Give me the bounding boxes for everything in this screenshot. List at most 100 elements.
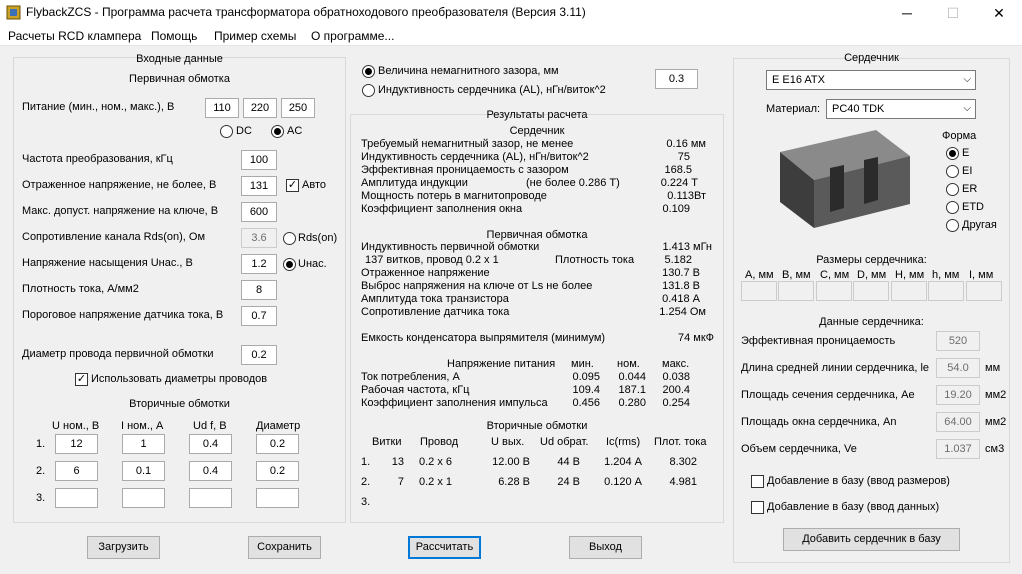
usat-radio-label: Uнас.: [298, 258, 327, 270]
rds-label: Сопротивление канала Rds(on), Ом: [22, 231, 206, 243]
shape-other-radio[interactable]: [946, 219, 959, 232]
material-select[interactable]: PC40 TDK ⌵: [826, 99, 976, 119]
ac-radio[interactable]: [271, 125, 284, 138]
window-title: FlybackZCS - Программа расчета трансформ…: [26, 5, 586, 19]
calculate-button[interactable]: Рассчитать: [408, 536, 481, 559]
dim-h-input[interactable]: [891, 281, 927, 301]
core-perm-value[interactable]: 520: [936, 331, 980, 351]
usat-radio[interactable]: [283, 258, 296, 271]
res-sec-wire: 0.2 x 1: [419, 476, 453, 488]
sec-diam-input[interactable]: 0.2: [256, 434, 299, 454]
jdens-label: Плотность тока, А/мм2: [22, 283, 139, 295]
wire-input[interactable]: 0.2: [241, 345, 277, 365]
dim-col-d: D, мм: [857, 269, 887, 281]
al-label: Индуктивность сердечника (AL), нГн/виток…: [378, 84, 606, 96]
sec-ud-input[interactable]: 0.4: [189, 461, 232, 481]
res-freq-min: 109.4: [572, 384, 600, 396]
core-an-value[interactable]: 64.00: [936, 412, 980, 432]
sec-u-input[interactable]: [55, 488, 98, 508]
res-col-max: макс.: [662, 358, 690, 370]
res-cap-value: 74 мкФ: [677, 332, 714, 344]
dc-radio[interactable]: [220, 125, 233, 138]
core-an-label: Площадь окна сердечника, An: [741, 416, 897, 428]
menu-rcd[interactable]: Расчеты RCD клампера: [8, 29, 141, 43]
reflected-label: Отраженное напряжение, не более, В: [22, 179, 217, 191]
res-sec-irms: 1.204 А: [604, 456, 642, 468]
sec-ud-input[interactable]: 0.4: [189, 434, 232, 454]
sec-u-input[interactable]: 12: [55, 434, 98, 454]
res-sec-col: Витки: [372, 436, 402, 448]
dim-col-a: A, мм: [745, 269, 774, 281]
core-ae-value[interactable]: 19.20: [936, 385, 980, 405]
usat-input[interactable]: 1.2: [241, 254, 277, 274]
chevron-down-icon: ⌵: [963, 103, 971, 114]
use-diam-checkbox[interactable]: ✓: [75, 373, 88, 386]
core-le-value[interactable]: 54.0: [936, 358, 980, 378]
dim-b-input[interactable]: [778, 281, 814, 301]
sec-diam-input[interactable]: 0.2: [256, 461, 299, 481]
sec-u-input[interactable]: 6: [55, 461, 98, 481]
shape-er-label: ER: [962, 183, 978, 195]
shape-e-label: E: [962, 147, 970, 159]
shape-ei-radio[interactable]: [946, 165, 959, 178]
sec-ud-input[interactable]: [189, 488, 232, 508]
shape-e-radio[interactable]: [946, 147, 959, 160]
dim-a-input[interactable]: [741, 281, 777, 301]
supply-min-input[interactable]: 110: [205, 98, 239, 118]
shape-er-radio[interactable]: [946, 183, 959, 196]
res-spike: Выброс напряжения на ключе от Ls не боле…: [361, 280, 593, 292]
supply-nom-input[interactable]: 220: [243, 98, 277, 118]
al-radio[interactable]: [362, 84, 375, 97]
close-button[interactable]: ✕: [976, 0, 1022, 26]
vsense-input[interactable]: 0.7: [241, 306, 277, 326]
exit-button[interactable]: Выход: [569, 536, 642, 559]
sec-i-input[interactable]: 1: [122, 434, 165, 454]
dim-c-input[interactable]: [816, 281, 852, 301]
sec-i-input[interactable]: 0.1: [122, 461, 165, 481]
minimize-button[interactable]: ─: [884, 0, 930, 26]
res-sec-col: Ud обрат.: [540, 436, 589, 448]
dim-d-input[interactable]: [853, 281, 889, 301]
add-data-checkbox[interactable]: [751, 501, 764, 514]
res-freq-max: 200.4: [662, 384, 690, 396]
maximize-button[interactable]: ☐: [930, 0, 976, 26]
auto-label: Авто: [302, 179, 326, 191]
load-button[interactable]: Загрузить: [87, 536, 160, 559]
use-diam-label: Использовать диаметры проводов: [91, 373, 268, 385]
menu-bar: Расчеты RCD клампера Помощь Пример схемы…: [0, 26, 1022, 46]
reflected-input[interactable]: 131: [241, 176, 277, 196]
input-header: Входные данные: [136, 53, 223, 65]
sec-i-input[interactable]: [122, 488, 165, 508]
res-sec-jdens: 4.981: [669, 476, 697, 488]
dim-i-input[interactable]: [966, 281, 1002, 301]
sec-diam-input[interactable]: [256, 488, 299, 508]
res-current-max: 0.038: [662, 371, 690, 383]
dim-h2-input[interactable]: [928, 281, 964, 301]
rds-radio[interactable]: [283, 232, 296, 245]
gap-radio[interactable]: [362, 65, 375, 78]
res-sec-col: Плот. тока: [654, 436, 707, 448]
add-dims-checkbox[interactable]: [751, 475, 764, 488]
menu-help[interactable]: Помощь: [151, 29, 197, 43]
add-core-button[interactable]: Добавить сердечник в базу: [783, 528, 960, 551]
rds-input[interactable]: 3.6: [241, 228, 277, 248]
vmax-input[interactable]: 600: [241, 202, 277, 222]
res-rsense: Сопротивление датчика тока: [361, 306, 510, 318]
shape-etd-radio[interactable]: [946, 201, 959, 214]
material-label: Материал:: [766, 103, 821, 115]
gap-input[interactable]: 0.3: [655, 69, 698, 89]
res-sec-header: Вторичные обмотки: [486, 420, 588, 432]
menu-example[interactable]: Пример схемы: [214, 29, 296, 43]
core-select[interactable]: E E16 ATX ⌵: [766, 70, 976, 90]
auto-checkbox[interactable]: ✓: [286, 179, 299, 192]
jdens-input[interactable]: 8: [241, 280, 277, 300]
save-button[interactable]: Сохранить: [248, 536, 321, 559]
supply-max-input[interactable]: 250: [281, 98, 315, 118]
core-le-unit: мм: [985, 362, 1001, 374]
menu-about[interactable]: О программе...: [311, 29, 394, 43]
res-induction-max: (не более 0.286 Т): [526, 177, 620, 189]
res-sec-uout: 6.28 В: [498, 476, 530, 488]
vsense-label: Пороговое напряжение датчика тока, В: [22, 309, 224, 321]
freq-input[interactable]: 100: [241, 150, 277, 170]
core-ve-value[interactable]: 1.037: [936, 439, 980, 459]
